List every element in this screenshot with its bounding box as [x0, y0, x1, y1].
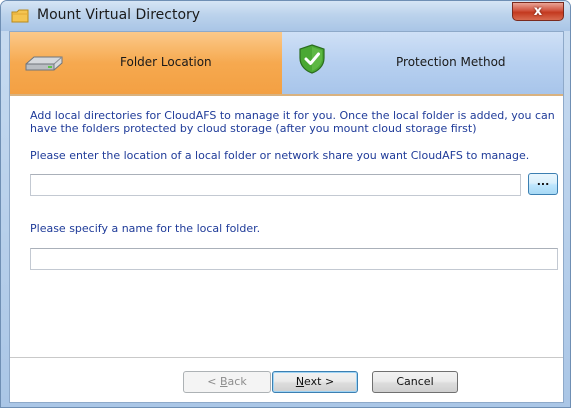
- close-button[interactable]: x: [512, 2, 564, 21]
- back-button[interactable]: < Back: [183, 371, 271, 393]
- mount-virtual-directory-window: Mount Virtual Directory x Folder Locatio…: [0, 0, 571, 408]
- close-icon: x: [533, 4, 543, 19]
- folder-icon: [11, 9, 29, 23]
- back-button-mnemonic: B: [220, 375, 228, 388]
- folder-location-input[interactable]: [30, 174, 521, 196]
- description-text: Add local directories for CloudAFS to ma…: [30, 109, 555, 135]
- footer-divider-highlight: [10, 358, 563, 359]
- drive-icon: [25, 56, 63, 71]
- tab-protection-method[interactable]: Protection Method: [282, 32, 563, 94]
- browse-button[interactable]: ...: [528, 173, 558, 195]
- tab-folder-location[interactable]: Folder Location: [10, 32, 282, 94]
- next-button-mnemonic: N: [295, 375, 305, 388]
- dialog-client-area: Folder Location Protection Method Add lo…: [9, 31, 564, 403]
- window-title: Mount Virtual Directory: [37, 7, 201, 23]
- folder-name-input[interactable]: [30, 248, 558, 270]
- browse-button-label: ...: [536, 175, 550, 188]
- tab-protection-method-label: Protection Method: [396, 55, 506, 69]
- wizard-steps: Folder Location Protection Method: [10, 32, 563, 94]
- folder-name-prompt: Please specify a name for the local fold…: [30, 222, 261, 235]
- cancel-button[interactable]: Cancel: [372, 371, 458, 393]
- tab-divider: [10, 94, 563, 96]
- folder-location-prompt: Please enter the location of a local fol…: [30, 149, 530, 162]
- next-button[interactable]: Next >: [272, 371, 358, 393]
- title-bar[interactable]: Mount Virtual Directory x: [1, 1, 570, 31]
- tab-folder-location-label: Folder Location: [120, 55, 212, 69]
- cancel-button-label: Cancel: [396, 375, 434, 388]
- next-button-rest: ext >: [304, 375, 335, 388]
- shield-check-icon: [299, 44, 325, 74]
- back-button-rest: ack: [227, 375, 247, 388]
- back-button-prefix: <: [207, 375, 220, 388]
